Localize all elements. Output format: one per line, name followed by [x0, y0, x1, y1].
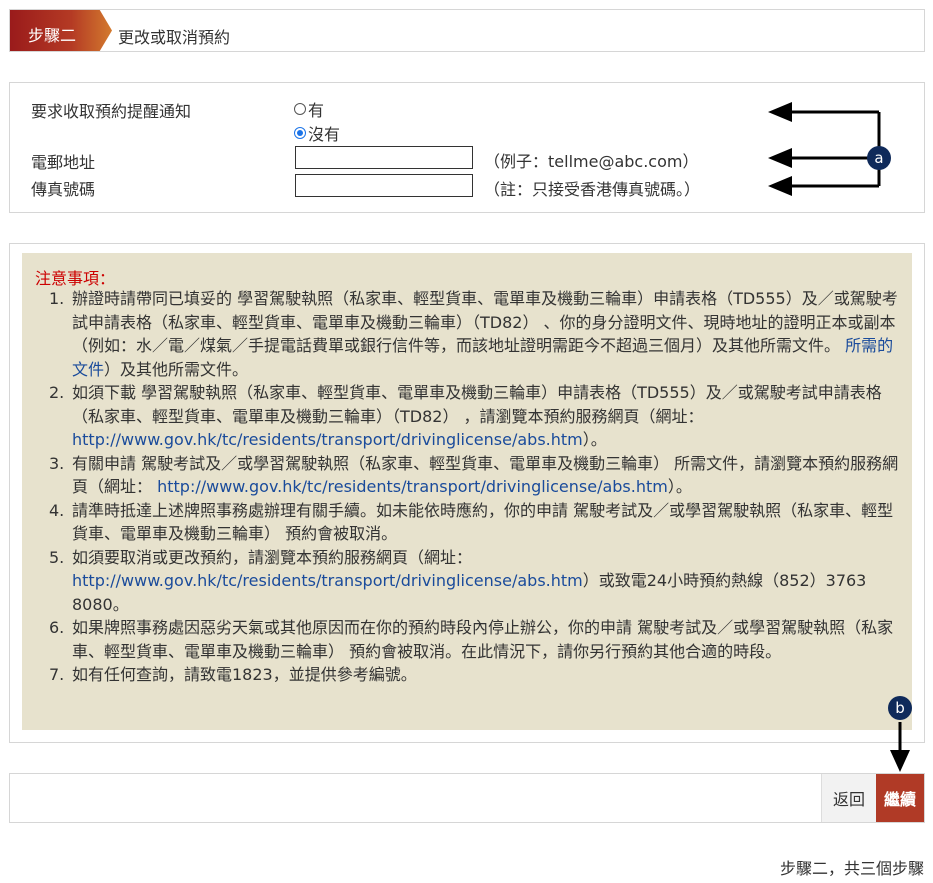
notes-title: 注意事項：	[35, 269, 116, 288]
note-item: 6. 如果牌照事務處因惡劣天氣或其他原因而在你的預約時段內停止辦公，你的申請 駕駛…	[37, 616, 907, 663]
step-tab: 步驟二	[10, 10, 112, 51]
note-text: 如須要取消或更改預約，請瀏覽本預約服務網頁（網址：	[72, 547, 473, 567]
note-link[interactable]: http://www.gov.hk/tc/residents/transport…	[72, 430, 583, 449]
note-text-tail: ）及其他所需文件。	[104, 359, 249, 379]
notes-list: 1. 辦證時請帶同已填妥的 學習駕駛執照（私家車、輕型貨車、電單車及機動三輪車）申…	[37, 287, 907, 687]
reminder-form: 要求收取預約提醒通知 有 沒有 電郵地址 （例子：tellme@abc.com）…	[9, 82, 925, 213]
radio-no-label: 沒有	[308, 125, 341, 144]
reminder-label: 要求收取預約提醒通知	[31, 102, 192, 121]
note-item: 5. 如須要取消或更改預約，請瀏覽本預約服務網頁（網址： http://www.g…	[37, 546, 907, 617]
email-label: 電郵地址	[31, 153, 96, 172]
note-text: 如有任何查詢，請致電1823，並提供參考編號。	[72, 665, 417, 684]
note-link[interactable]: http://www.gov.hk/tc/residents/transport…	[72, 571, 583, 590]
note-text: 請準時抵達上述牌照事務處辦理有關手續。如未能依時應約，你的申請 駕駛考試及／或學…	[72, 500, 894, 544]
back-button[interactable]: 返回	[821, 774, 876, 822]
fax-field[interactable]	[295, 174, 473, 197]
note-text-tail: ）。	[667, 477, 692, 496]
note-text: 辦證時請帶同已填妥的 學習駕駛執照（私家車、輕型貨車、電單車及機動三輪車）申請表…	[72, 289, 898, 355]
note-text: 如果牌照事務處因惡劣天氣或其他原因而在你的預約時段內停止辦公，你的申請 駕駛考試…	[72, 618, 894, 661]
action-bar: 返回 繼續	[9, 773, 925, 823]
note-number: 5.	[49, 547, 65, 567]
fax-hint: （註：只接受香港傳真號碼。）	[484, 180, 701, 199]
reminder-option-yes[interactable]: 有	[294, 97, 324, 121]
note-text: 如須下載 學習駕駛執照（私家車、輕型貨車、電單車及機動三輪車）申請表格（TD55…	[72, 383, 882, 426]
email-field[interactable]	[295, 146, 473, 169]
radio-no[interactable]	[294, 127, 306, 139]
reminder-option-no[interactable]: 沒有	[294, 121, 340, 145]
continue-button[interactable]: 繼續	[876, 774, 924, 822]
note-number: 7.	[49, 665, 65, 684]
note-text-tail: ）。	[582, 430, 607, 449]
note-number: 2.	[49, 383, 65, 402]
note-item: 3. 有關申請 駕駛考試及／或學習駕駛執照（私家車、輕型貨車、電單車及機動三輪車）…	[37, 452, 907, 499]
fax-label: 傳真號碼	[31, 180, 96, 199]
email-hint: （例子：tellme@abc.com）	[484, 152, 699, 171]
step-indicator: 步驟二，共三個步驟	[779, 859, 924, 878]
note-item: 1. 辦證時請帶同已填妥的 學習駕駛執照（私家車、輕型貨車、電單車及機動三輪車）申…	[37, 287, 907, 381]
note-number: 4.	[49, 500, 65, 520]
note-number: 3.	[49, 453, 65, 473]
note-item: 7. 如有任何查詢，請致電1823，並提供參考編號。	[37, 663, 907, 687]
step-header: 步驟二 更改或取消預約	[9, 9, 925, 52]
note-item: 2. 如須下載 學習駕駛執照（私家車、輕型貨車、電單車及機動三輪車）申請表格（TD…	[37, 381, 907, 452]
note-link[interactable]: http://www.gov.hk/tc/residents/transport…	[157, 477, 668, 496]
radio-yes-label: 有	[308, 101, 325, 120]
note-item: 4. 請準時抵達上述牌照事務處辦理有關手續。如未能依時應約，你的申請 駕駛考試及／…	[37, 499, 907, 546]
page-title: 更改或取消預約	[118, 28, 231, 47]
note-number: 6.	[49, 618, 65, 637]
radio-yes[interactable]	[294, 103, 306, 115]
step-tab-label: 步驟二	[28, 26, 77, 45]
note-number: 1.	[49, 289, 65, 308]
